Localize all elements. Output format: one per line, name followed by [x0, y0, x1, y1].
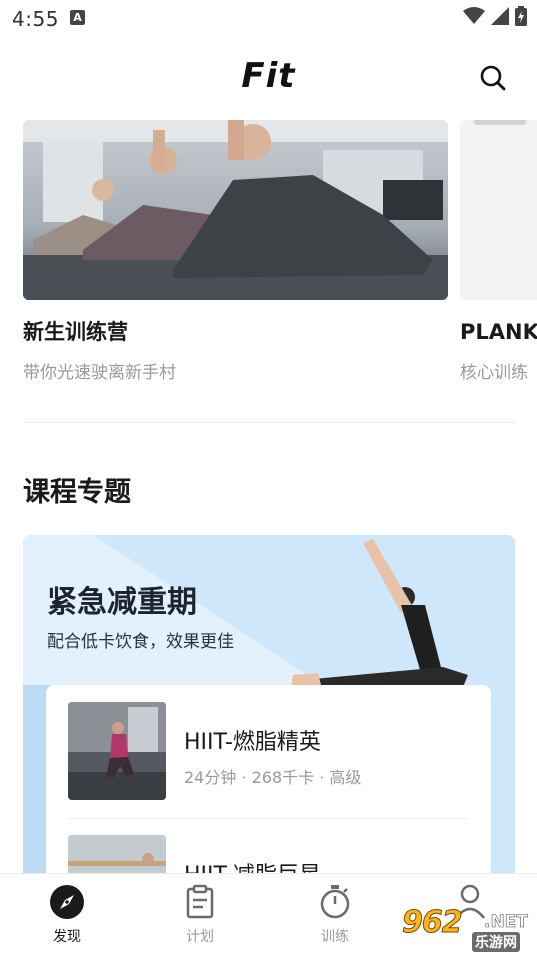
course-separator [68, 818, 468, 819]
course-item[interactable]: HIIT-燃脂精英 24分钟 · 268千卡 · 高级 [68, 702, 468, 802]
course-list: HIIT-燃脂精英 24分钟 · 268千卡 · 高级 HIIT-减脂巨星 [46, 685, 491, 895]
status-icons [463, 6, 527, 26]
clipboard-icon [186, 884, 214, 919]
watermark-name: 乐游网 [472, 932, 520, 952]
feature-subtitle: 配合低卡饮食，效果更佳 [47, 632, 234, 652]
watermark-domain: .NET [484, 912, 529, 933]
camp-card[interactable]: PLANK大 核心训练 [460, 120, 537, 383]
nav-train[interactable]: 训练 [295, 884, 375, 946]
section-title: 课程专题 [23, 477, 131, 508]
camp-image [23, 120, 448, 300]
status-bar: 4:55 A [0, 0, 537, 36]
camp-title: 新生训练营 [23, 320, 128, 344]
camp-image [460, 120, 537, 300]
stopwatch-icon [320, 885, 350, 919]
feature-banner[interactable]: 紧急减重期 配合低卡饮食，效果更佳 HIIT-燃脂精英 24分钟 · 268千卡… [23, 535, 515, 895]
course-meta: 24分钟 · 268千卡 · 高级 [184, 768, 362, 787]
course-thumbnail [68, 702, 166, 800]
nav-label: 训练 [321, 929, 349, 945]
camp-subtitle: 核心训练 [460, 363, 528, 383]
wifi-icon [463, 7, 485, 24]
app-screen: 4:55 A Fit 新生训练营 带你光速驶离新手村 PLANK 核心训练 课程… [0, 0, 537, 956]
nav-plan[interactable]: 计划 [160, 884, 240, 946]
feature-title: 紧急减重期 [47, 585, 197, 620]
site-watermark: 962 .NET 乐游网 [398, 905, 530, 952]
watermark-number: 962 [402, 905, 464, 941]
camp-card[interactable]: 新生训练营 带你光速驶离新手村 [23, 120, 448, 383]
camp-subtitle: 带你光速驶离新手村 [23, 363, 176, 383]
gym-photo [23, 120, 448, 300]
cell-signal-icon [491, 7, 509, 25]
compass-icon [50, 885, 84, 919]
nav-label: 发现 [53, 929, 81, 945]
app-header: Fit [0, 46, 537, 110]
course-name: HIIT-燃脂精英 [184, 730, 321, 755]
search-icon[interactable] [479, 64, 507, 92]
camp-carousel[interactable]: 新生训练营 带你光速驶离新手村 PLANK大 核心训练 [0, 120, 537, 400]
app-logo: Fit [241, 56, 296, 96]
section-divider [23, 422, 515, 423]
nav-discover[interactable]: 发现 [27, 884, 107, 946]
camp-title: PLANK大 [460, 320, 537, 344]
battery-icon [515, 6, 527, 26]
notification-badge-icon: A [70, 10, 85, 25]
nav-label: 计划 [186, 929, 214, 945]
status-time: 4:55 [12, 7, 59, 31]
